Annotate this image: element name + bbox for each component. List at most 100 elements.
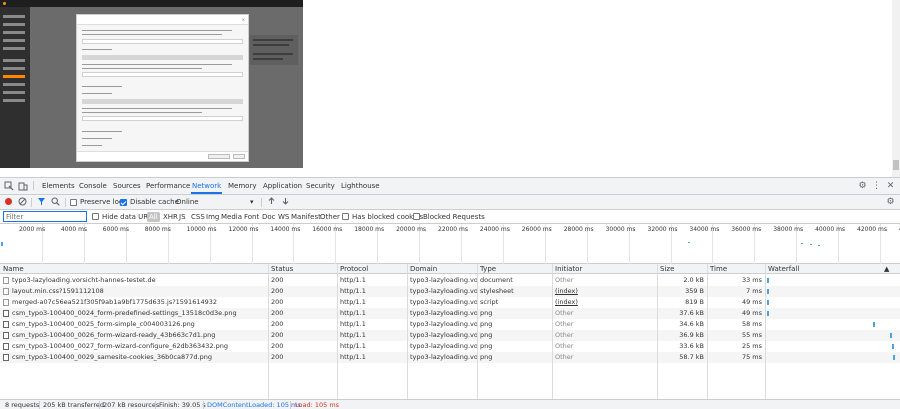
cell-status: 200 bbox=[271, 320, 284, 328]
cell-type: document bbox=[480, 276, 513, 284]
inspect-element-icon[interactable] bbox=[3, 181, 14, 192]
disable-cache-checkbox[interactable] bbox=[120, 199, 127, 206]
search-icon[interactable] bbox=[50, 197, 61, 208]
cell-initiator[interactable]: (index) bbox=[552, 286, 657, 297]
panel-line bbox=[253, 58, 283, 60]
tab-sources[interactable]: Sources bbox=[112, 178, 142, 194]
tab-lighthouse[interactable]: Lighthouse bbox=[340, 178, 381, 194]
modal-text-line bbox=[82, 131, 122, 132]
record-icon[interactable] bbox=[3, 197, 14, 208]
column-divider[interactable] bbox=[407, 264, 408, 399]
column-header-initiator[interactable]: Initiator bbox=[552, 264, 657, 274]
overview-tick-label: 2000 ms bbox=[19, 226, 46, 233]
filter-type-all[interactable]: All bbox=[147, 212, 160, 222]
column-header-domain[interactable]: Domain bbox=[407, 264, 477, 274]
column-divider[interactable] bbox=[337, 264, 338, 399]
column-header-time[interactable]: Time bbox=[707, 264, 765, 274]
tab-elements[interactable]: Elements bbox=[41, 178, 76, 194]
gear-icon[interactable]: ⚙ bbox=[885, 197, 896, 208]
cell-initiator: Other bbox=[555, 320, 574, 328]
sidebar-line bbox=[3, 23, 25, 26]
kebab-menu-icon[interactable]: ⋮ bbox=[871, 181, 882, 192]
cell-time: 75 ms bbox=[741, 353, 762, 361]
column-header-status[interactable]: Status bbox=[268, 264, 337, 274]
cell-name[interactable]: csm_typo3-100400_0024_form-predefined-se… bbox=[0, 308, 268, 319]
cell-name[interactable]: layout.min.css?1591112108 bbox=[0, 286, 268, 297]
network-overview-timeline[interactable]: 2000 ms 4000 ms 6000 ms 8000 ms 10000 ms 1200… bbox=[0, 224, 900, 264]
overview-tick-label: 16000 ms bbox=[312, 226, 343, 233]
has-blocked-cookies-checkbox[interactable] bbox=[342, 213, 349, 220]
filter-type-doc[interactable]: Doc bbox=[262, 210, 276, 224]
column-header-size[interactable]: Size bbox=[657, 264, 707, 274]
filter-type-manifest[interactable]: Manifest bbox=[291, 210, 321, 224]
backend-sidebar bbox=[0, 7, 30, 168]
filter-input[interactable] bbox=[3, 211, 87, 222]
filter-type-js[interactable]: JS bbox=[179, 210, 186, 224]
hide-data-urls-checkbox[interactable] bbox=[92, 213, 99, 220]
filter-type-other[interactable]: Other bbox=[320, 210, 340, 224]
filter-icon[interactable] bbox=[36, 197, 47, 208]
tab-memory[interactable]: Memory bbox=[227, 178, 257, 194]
tab-performance[interactable]: Performance bbox=[145, 178, 191, 194]
column-divider[interactable] bbox=[765, 264, 766, 399]
blocked-requests-checkbox[interactable] bbox=[413, 213, 420, 220]
cell-type: stylesheet bbox=[480, 287, 514, 295]
device-toolbar-icon[interactable] bbox=[17, 181, 28, 192]
cell-initiator: Other bbox=[555, 331, 574, 339]
column-divider[interactable] bbox=[657, 264, 658, 399]
transferred-size: 205 kB transferred bbox=[43, 401, 104, 409]
tab-security[interactable]: Security bbox=[305, 178, 336, 194]
cell-name[interactable]: typo3-lazyloading.vorsicht-hannes-testet… bbox=[0, 275, 268, 286]
column-divider[interactable] bbox=[477, 264, 478, 399]
overview-request-marker bbox=[688, 242, 691, 243]
panel-line bbox=[253, 53, 293, 55]
cell-name[interactable]: csm_typo3-100400_0026_form-wizard-ready_… bbox=[0, 330, 268, 341]
cell-initiator: Other bbox=[555, 309, 574, 317]
close-icon[interactable]: ✕ bbox=[885, 181, 896, 192]
column-divider[interactable] bbox=[552, 264, 553, 399]
filter-type-img[interactable]: Img bbox=[206, 210, 219, 224]
viewport-scroll-thumb[interactable] bbox=[893, 160, 899, 170]
cell-name[interactable]: merged-a07c56ea521f305f9ab1a9bf1775d635.… bbox=[0, 297, 268, 308]
filter-type-ws[interactable]: WS bbox=[278, 210, 289, 224]
cell-type: png bbox=[480, 331, 493, 339]
column-header-type[interactable]: Type bbox=[477, 264, 552, 274]
cell-initiator: Other bbox=[555, 342, 574, 350]
modal-select bbox=[82, 116, 243, 121]
load-time: Load: 105 ms bbox=[295, 401, 340, 409]
tab-network[interactable]: Network bbox=[191, 178, 223, 194]
column-header-protocol[interactable]: Protocol bbox=[337, 264, 407, 274]
cell-initiator[interactable]: (index) bbox=[552, 297, 657, 308]
cell-name[interactable]: csm_typo3-100400_0027_form-wizard-config… bbox=[0, 341, 268, 352]
cell-protocol: http/1.1 bbox=[340, 320, 366, 328]
cell-type: png bbox=[480, 353, 493, 361]
filter-type-font[interactable]: Font bbox=[244, 210, 259, 224]
panel-line bbox=[253, 44, 289, 46]
preserve-log-checkbox[interactable] bbox=[70, 199, 77, 206]
column-header-name[interactable]: Name bbox=[0, 264, 268, 274]
clear-icon[interactable] bbox=[17, 197, 28, 208]
cell-time: 49 ms bbox=[741, 298, 762, 306]
column-divider[interactable] bbox=[268, 264, 269, 399]
column-divider[interactable] bbox=[707, 264, 708, 399]
filter-type-xhr[interactable]: XHR bbox=[163, 210, 178, 224]
cell-protocol: http/1.1 bbox=[340, 287, 366, 295]
overview-tick-label: 38000 ms bbox=[773, 226, 804, 233]
cell-domain: typo3-lazyloading.vor... bbox=[410, 331, 477, 339]
export-har-icon[interactable] bbox=[280, 197, 291, 208]
cell-name[interactable]: csm_typo3-100400_0029_samesite-cookies_3… bbox=[0, 352, 268, 363]
cell-name[interactable]: csm_typo3-100400_0025_form-simple_c00400… bbox=[0, 319, 268, 330]
import-har-icon[interactable] bbox=[266, 197, 277, 208]
filter-type-media[interactable]: Media bbox=[221, 210, 242, 224]
gear-icon[interactable]: ⚙ bbox=[857, 181, 868, 192]
network-toolbar: Preserve log Disable cache Online ▾ ⚙ bbox=[0, 195, 900, 210]
filter-type-css[interactable]: CSS bbox=[191, 210, 205, 224]
throttling-select[interactable]: Online bbox=[176, 195, 199, 210]
tab-console[interactable]: Console bbox=[78, 178, 108, 194]
viewport-scrollbar[interactable] bbox=[892, 0, 900, 177]
waterfall-bar bbox=[892, 355, 895, 360]
waterfall-bar bbox=[890, 333, 893, 338]
column-header-waterfall[interactable]: Waterfall bbox=[765, 264, 891, 274]
tab-application[interactable]: Application bbox=[262, 178, 303, 194]
chevron-down-icon[interactable]: ▾ bbox=[250, 195, 254, 210]
